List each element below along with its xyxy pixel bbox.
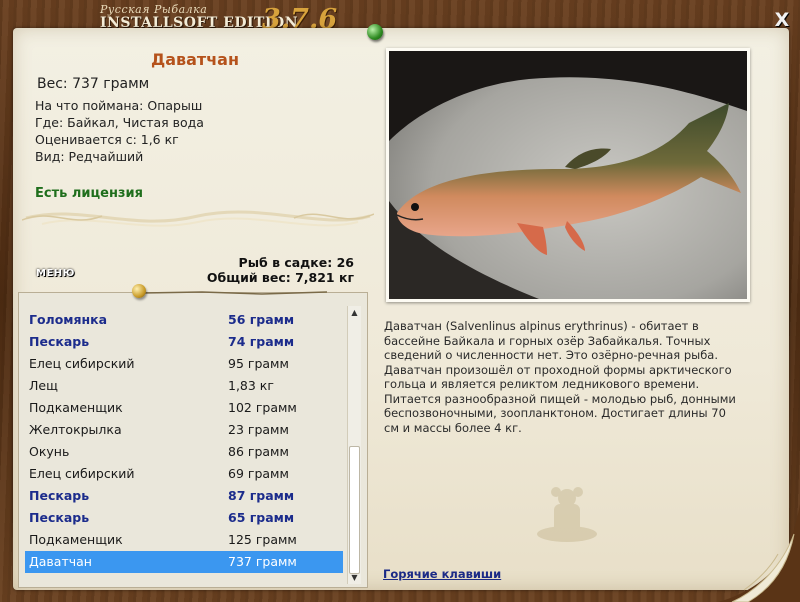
list-item-name: Елец сибирский [29, 356, 135, 371]
list-item-name: Подкаменщик [29, 532, 123, 547]
list-item[interactable]: Пескарь 74 грамм [25, 331, 343, 353]
list-item-weight: 65 грамм [228, 510, 295, 525]
cage-count: Рыб в садке: 26 [238, 255, 354, 270]
list-item-name: Лещ [29, 378, 58, 393]
list-item-name: Елец сибирский [29, 466, 135, 481]
scroll-up-arrow-icon[interactable]: ▲ [348, 306, 361, 319]
list-item-name: Даватчан [29, 554, 92, 569]
caught-on-text: На что поймана: Опарыш [35, 98, 203, 113]
list-item-weight: 102 грамм [228, 400, 297, 415]
menu-button[interactable]: МЕНЮ [36, 268, 75, 279]
list-item[interactable]: Пескарь 65 грамм [25, 507, 343, 529]
fisherman-stamp-icon [537, 487, 597, 542]
list-item[interactable]: Окунь 86 грамм [25, 441, 343, 463]
pin-crack-line [142, 291, 327, 295]
ornament-divider [22, 210, 374, 227]
list-item-name: Пескарь [29, 510, 90, 525]
fish-description: Даватчан (Salvenlinus alpinus erythrinus… [384, 319, 736, 435]
catch-list-panel: Голомянка 56 грамм Пескарь 74 грамм Елец сиб… [18, 292, 368, 588]
list-item-name: Пескарь [29, 488, 90, 503]
list-item[interactable]: Елец сибирский 69 грамм [25, 463, 343, 485]
list-item-name: Голомянка [29, 312, 108, 327]
list-item[interactable]: Даватчан 737 грамм [25, 551, 343, 573]
list-item[interactable]: Елец сибирский 95 грамм [25, 353, 343, 375]
cage-total-weight: Общий вес: 7,821 кг [206, 270, 354, 285]
page-curl [718, 504, 800, 602]
close-button[interactable]: X [772, 10, 792, 30]
fish-photo [389, 51, 747, 299]
list-item-weight: 74 грамм [228, 334, 295, 349]
list-item-weight: 56 грамм [228, 312, 295, 327]
list-scrollbar[interactable]: ▲ ▼ [347, 306, 361, 584]
list-item-weight: 95 грамм [228, 356, 289, 371]
list-item-name: Желтокрылка [29, 422, 122, 437]
list-item-weight: 69 грамм [228, 466, 289, 481]
list-item-weight: 737 грамм [228, 554, 297, 569]
catch-info: На что поймана: Опарыш Где: Байкал, Чист… [35, 97, 204, 165]
scroll-down-arrow-icon[interactable]: ▼ [348, 571, 361, 584]
fish-photo-frame [386, 48, 750, 302]
list-item-name: Подкаменщик [29, 400, 123, 415]
list-item-name: Окунь [29, 444, 70, 459]
fish-weight: Вес: 737 грамм [37, 76, 150, 92]
cage-stats: Рыб в садке: 26 Общий вес: 7,821 кг [207, 255, 354, 285]
list-item-weight: 1,83 кг [228, 378, 274, 393]
list-item-weight: 86 грамм [228, 444, 289, 459]
rarity-text: Вид: Редчайший [35, 149, 144, 164]
list-item-weight: 125 грамм [228, 532, 297, 547]
list-item-name: Пескарь [29, 334, 90, 349]
catch-list: Голомянка 56 грамм Пескарь 74 грамм Елец сиб… [25, 309, 343, 573]
scrollbar-thumb[interactable] [349, 446, 360, 574]
list-item[interactable]: Лещ 1,83 кг [25, 375, 343, 397]
list-item[interactable]: Желтокрылка 23 грамм [25, 419, 343, 441]
hotkeys-link[interactable]: Горячие клавиши [383, 567, 501, 581]
list-item[interactable]: Пескарь 87 грамм [25, 485, 343, 507]
list-item[interactable]: Голомянка 56 грамм [25, 309, 343, 331]
fish-name-heading: Даватчан [150, 50, 240, 69]
list-item[interactable]: Подкаменщик 102 грамм [25, 397, 343, 419]
location-text: Где: Байкал, Чистая вода [35, 115, 204, 130]
valued-from-text: Оценивается с: 1,6 кг [35, 132, 179, 147]
green-pin-icon [367, 24, 383, 40]
list-item[interactable]: Подкаменщик 125 грамм [25, 529, 343, 551]
list-item-weight: 23 грамм [228, 422, 289, 437]
list-item-weight: 87 грамм [228, 488, 295, 503]
gold-pin-icon [132, 284, 146, 298]
